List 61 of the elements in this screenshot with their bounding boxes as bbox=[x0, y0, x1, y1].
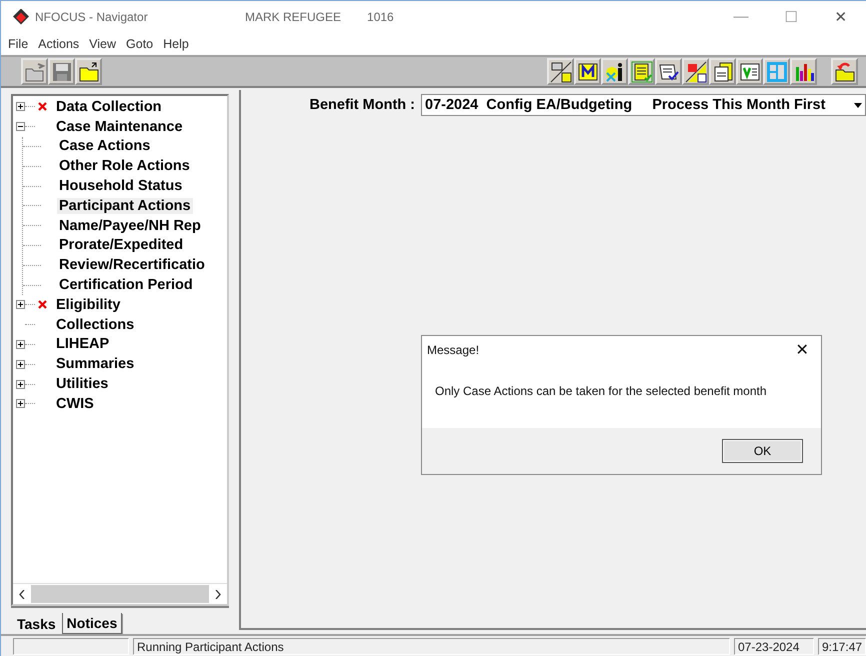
tree-item[interactable]: Certification Period bbox=[57, 277, 195, 294]
tree-item[interactable]: Eligibility bbox=[54, 296, 122, 313]
tree-item[interactable]: CWIS bbox=[54, 396, 96, 412]
tab[interactable]: Tasks bbox=[13, 610, 60, 634]
tree-item[interactable]: Utilities bbox=[54, 376, 110, 392]
app-icon: ◆ bbox=[13, 8, 29, 24]
tree-item[interactable]: Participant Actions bbox=[57, 198, 193, 214]
collapse-icon[interactable] bbox=[16, 122, 25, 132]
case-number: 1016 bbox=[367, 10, 394, 24]
toolbar-button[interactable] bbox=[547, 58, 574, 85]
toolbar-button[interactable] bbox=[655, 58, 682, 85]
tab[interactable]: Notices bbox=[62, 613, 122, 634]
scrollbar-thumb[interactable] bbox=[31, 585, 209, 603]
menu-item[interactable]: Help bbox=[158, 36, 194, 50]
tree-item[interactable]: Case Actions bbox=[57, 138, 152, 154]
checklist-icon bbox=[738, 60, 760, 82]
expand-icon[interactable] bbox=[16, 399, 25, 408]
toolbar-button[interactable] bbox=[75, 58, 102, 85]
tree-item[interactable]: Review/Recertificatio bbox=[57, 257, 207, 274]
menu-item[interactable]: Goto bbox=[121, 36, 158, 50]
tree-item[interactable]: Data Collection bbox=[54, 98, 164, 115]
menu-item[interactable]: Actions bbox=[33, 36, 84, 50]
benefit-month-dropdown[interactable]: 07-2024 Config EA/Budgeting Process This Month First bbox=[421, 94, 866, 116]
tree-item[interactable]: LIHEAP bbox=[54, 336, 112, 352]
tree-item[interactable]: Name/Payee/NH Rep bbox=[57, 218, 203, 234]
expand-icon[interactable] bbox=[16, 300, 25, 310]
status-date: 07-23-2024 bbox=[734, 638, 814, 655]
menu-item[interactable]: File bbox=[3, 36, 34, 50]
expand-icon[interactable] bbox=[16, 380, 25, 389]
toolbar-button[interactable] bbox=[574, 58, 601, 85]
tree-item[interactable]: Household Status bbox=[57, 178, 184, 194]
status-message: Running Participant Actions bbox=[133, 638, 730, 655]
documents-icon bbox=[712, 60, 734, 82]
benefit-month-label: Benefit Month : bbox=[309, 97, 415, 113]
flag-icon bbox=[684, 60, 706, 82]
toolbar-button[interactable] bbox=[790, 58, 817, 85]
tree-item[interactable]: Prorate/Expedited bbox=[57, 237, 186, 254]
tree-item[interactable]: Other Role Actions bbox=[57, 158, 192, 174]
expand-icon[interactable] bbox=[16, 102, 25, 112]
toolbar-button[interactable] bbox=[628, 58, 655, 85]
ok-button[interactable]: OK bbox=[722, 439, 803, 463]
window-icon bbox=[766, 60, 788, 82]
document-icon bbox=[630, 60, 652, 82]
expand-icon[interactable] bbox=[16, 360, 25, 369]
toolbar-button[interactable] bbox=[682, 58, 709, 85]
tree-item[interactable]: Case Maintenance bbox=[54, 118, 185, 135]
dialog-title: Message! bbox=[427, 343, 480, 357]
toolbar-button[interactable] bbox=[736, 58, 763, 85]
toolbar-button[interactable] bbox=[831, 58, 858, 85]
tree-item[interactable]: Collections bbox=[54, 316, 136, 333]
window-title: NFOCUS - Navigator bbox=[35, 10, 149, 24]
close-button[interactable]: ✕ bbox=[783, 340, 821, 360]
user-name: MARK REFUGEE bbox=[245, 10, 342, 24]
status-time: 9:17:47 bbox=[818, 638, 866, 655]
close-button[interactable]: ✕ bbox=[816, 8, 866, 26]
toolbar-button[interactable] bbox=[709, 58, 736, 85]
menu-item[interactable]: View bbox=[84, 36, 122, 50]
dialog-message: Only Case Actions can be taken for the selected benefit month bbox=[434, 383, 768, 400]
toolbar-button[interactable] bbox=[601, 58, 628, 85]
expand-icon[interactable] bbox=[16, 340, 25, 349]
tree-item[interactable]: Summaries bbox=[54, 356, 136, 372]
